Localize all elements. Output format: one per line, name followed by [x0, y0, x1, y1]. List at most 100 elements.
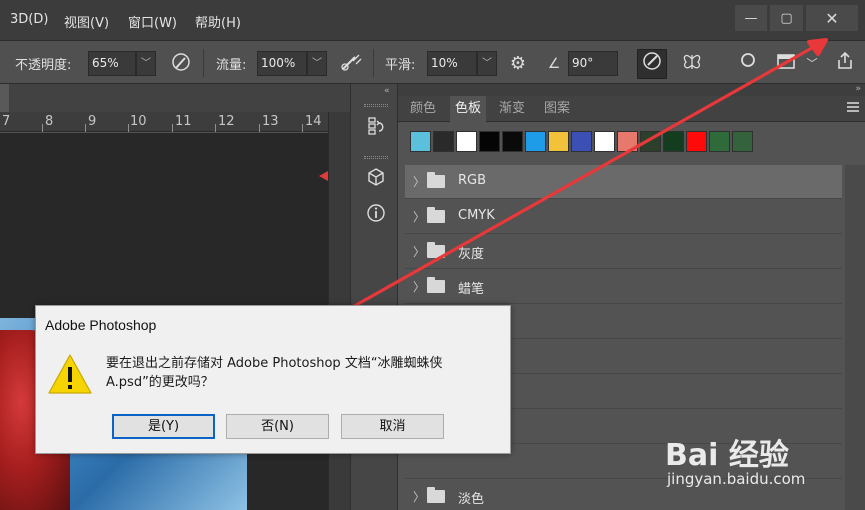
ruler-number: 13	[262, 114, 279, 129]
ruler-number: 8	[45, 114, 54, 129]
folder-icon	[427, 172, 445, 188]
maximize-button[interactable]: ▢	[770, 5, 803, 31]
dialog-message: 要在退出之前存储对 Adobe Photoshop 文档“冰雕蜘蛛侠A.psd”…	[106, 356, 443, 390]
panel-scrollbar[interactable]	[845, 165, 865, 510]
ruler-number: 12	[218, 114, 235, 129]
menu-item-3d[interactable]: 3D(D)	[10, 12, 48, 27]
workspace-icon[interactable]	[773, 51, 799, 77]
opacity-label: 不透明度:	[15, 58, 72, 73]
no-button[interactable]: 否(N)	[226, 414, 329, 439]
ruler-tick	[172, 124, 173, 132]
flow-field[interactable]: 100%	[257, 51, 307, 76]
document-tab-bar	[0, 84, 350, 112]
info-icon[interactable]	[363, 202, 389, 228]
tab-swatches[interactable]: 色板	[450, 96, 487, 122]
expand-arrows-icon[interactable]: »	[855, 84, 860, 94]
swatch-group-pastel[interactable]: 〉 蜡笔	[405, 270, 842, 304]
swatch-group-grayscale[interactable]: 〉 灰度	[405, 235, 842, 269]
smooth-field[interactable]: 10%	[427, 51, 477, 76]
opacity-dropdown[interactable]: ﹀	[136, 51, 156, 76]
ruler-tick	[42, 124, 43, 132]
menu-item-view[interactable]: 视图(V)	[64, 12, 109, 31]
close-button[interactable]: ✕	[806, 5, 858, 31]
maximize-icon: ▢	[780, 10, 793, 26]
chevron-right-icon[interactable]: 〉	[413, 208, 425, 225]
grip-icon[interactable]	[364, 156, 388, 159]
color-swatch[interactable]	[548, 131, 569, 152]
panel-menu-icon[interactable]	[847, 102, 859, 112]
flow-label: 流量:	[216, 58, 247, 73]
search-icon[interactable]	[736, 51, 762, 77]
swatch-group-rgb[interactable]: 〉 RGB	[405, 165, 842, 199]
menu-item-window[interactable]: 窗口(W)	[128, 12, 177, 31]
color-swatch[interactable]	[732, 131, 753, 152]
color-swatch[interactable]	[410, 131, 431, 152]
color-swatch[interactable]	[525, 131, 546, 152]
horizontal-ruler: 7 8 9 10 11 12 13 14	[0, 112, 328, 132]
ruler-number: 11	[175, 114, 192, 129]
ruler-tick	[302, 124, 303, 132]
swatch-group-label: CMYK	[458, 208, 495, 223]
cancel-button[interactable]: 取消	[341, 414, 444, 439]
chevron-right-icon[interactable]: 〉	[413, 488, 425, 505]
airbrush-icon[interactable]	[338, 51, 364, 77]
color-swatch[interactable]	[571, 131, 592, 152]
yes-button[interactable]: 是(Y)	[112, 414, 215, 439]
color-swatch[interactable]	[502, 131, 523, 152]
color-swatch[interactable]	[594, 131, 615, 152]
angle-field[interactable]: 90°	[568, 51, 618, 76]
color-swatch[interactable]	[640, 131, 661, 152]
smooth-dropdown[interactable]: ﹀	[477, 51, 497, 76]
3d-cube-icon[interactable]	[363, 166, 389, 192]
flow-dropdown[interactable]: ﹀	[307, 51, 327, 76]
share-icon[interactable]	[832, 51, 858, 77]
symmetry-butterfly-icon[interactable]	[679, 51, 705, 77]
smooth-label: 平滑:	[385, 58, 416, 73]
document-tab[interactable]	[0, 84, 9, 112]
grip-icon[interactable]	[364, 104, 388, 107]
history-icon[interactable]	[363, 115, 389, 141]
menu-item-help[interactable]: 帮助(H)	[195, 12, 241, 31]
color-swatch[interactable]	[686, 131, 707, 152]
color-swatch[interactable]	[433, 131, 454, 152]
chevron-right-icon[interactable]: 〉	[413, 173, 425, 190]
color-swatch[interactable]	[479, 131, 500, 152]
panel-header: »	[398, 84, 865, 96]
ruler-number: 7	[2, 114, 11, 129]
panel-tab-bar: 颜色 色板 渐变 图案	[398, 96, 865, 122]
ruler-tick	[259, 124, 260, 132]
separator	[373, 49, 374, 77]
color-swatch[interactable]	[709, 131, 730, 152]
tab-color[interactable]: 颜色	[405, 96, 441, 122]
chevron-right-icon[interactable]: 〉	[413, 243, 425, 260]
pressure-size-icon[interactable]	[637, 49, 667, 79]
folder-icon	[427, 277, 445, 293]
collapse-arrows-icon[interactable]: «	[384, 86, 389, 96]
color-swatch[interactable]	[456, 131, 477, 152]
separator	[203, 49, 204, 77]
watermark-brand: Bai 经验	[665, 438, 789, 473]
ruler-number: 10	[130, 114, 147, 129]
folder-icon	[427, 242, 445, 258]
tab-gradients[interactable]: 渐变	[494, 96, 530, 122]
close-icon: ✕	[825, 8, 839, 28]
swatch-group-label: 灰度	[458, 247, 485, 262]
minimize-icon: —	[744, 10, 758, 26]
warning-icon	[48, 354, 92, 394]
swatch-group-label: RGB	[458, 173, 487, 188]
angle-icon: ∠	[547, 56, 561, 72]
chevron-down-icon[interactable]: ﹀	[804, 51, 820, 77]
gear-icon[interactable]: ⚙	[505, 51, 531, 77]
folder-icon	[427, 487, 445, 503]
color-swatch[interactable]	[663, 131, 684, 152]
canvas-marker-icon	[319, 171, 328, 181]
tab-patterns[interactable]: 图案	[539, 96, 575, 122]
swatch-group-cmyk[interactable]: 〉 CMYK	[405, 200, 842, 234]
pressure-opacity-icon[interactable]	[168, 51, 194, 77]
chevron-right-icon[interactable]: 〉	[413, 278, 425, 295]
minimize-button[interactable]: —	[735, 5, 767, 31]
ruler-number: 9	[88, 114, 97, 129]
swatch-group-label: 蜡笔	[458, 282, 485, 297]
color-swatch[interactable]	[617, 131, 638, 152]
opacity-field[interactable]: 65%	[88, 51, 136, 76]
